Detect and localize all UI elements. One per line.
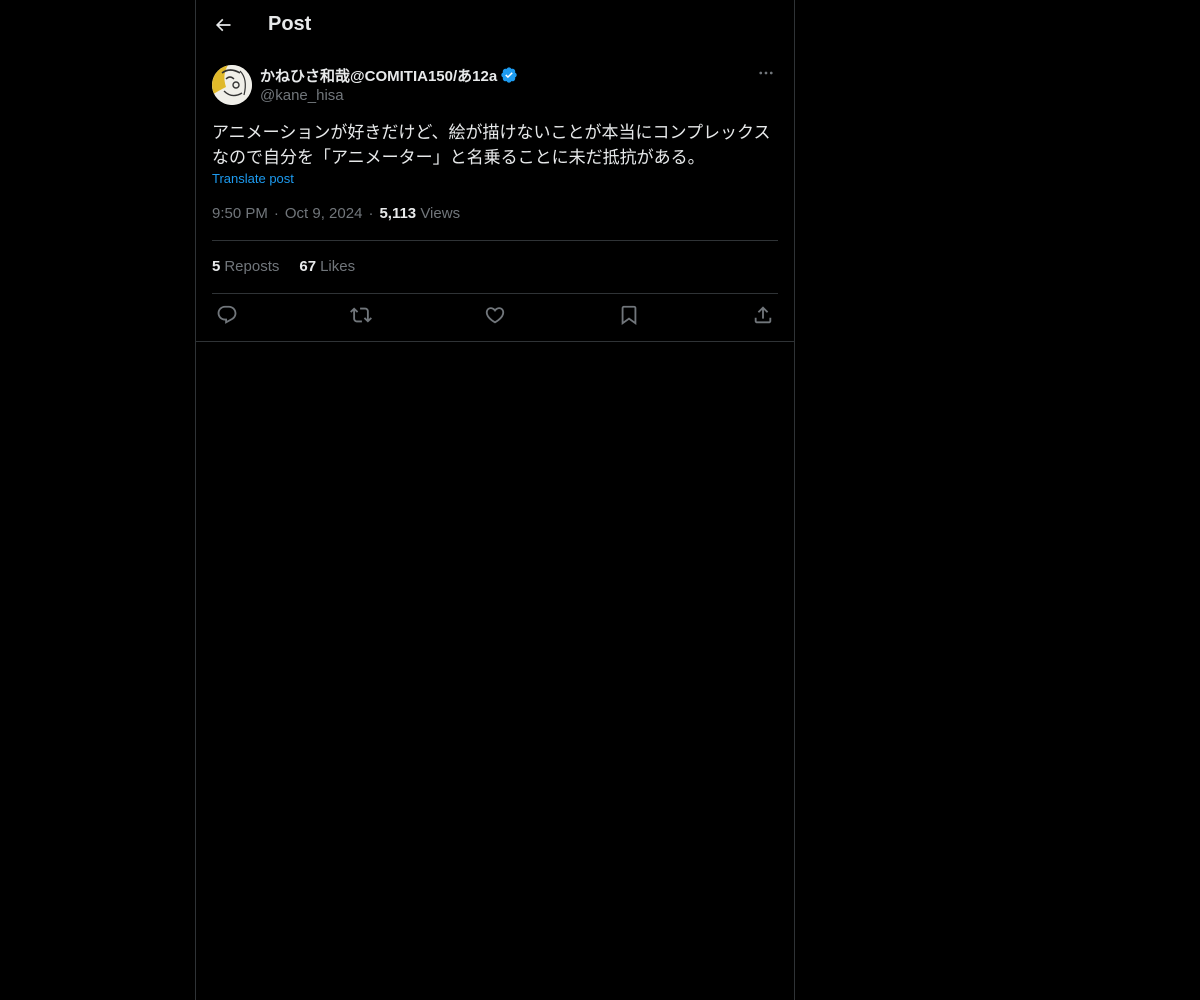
more-horizontal-icon: [757, 64, 775, 87]
bookmark-button[interactable]: [614, 304, 644, 330]
divider: [212, 240, 778, 241]
bookmark-icon: [618, 304, 640, 331]
post-stats: 5 Reposts 67 Likes: [212, 258, 355, 275]
display-name-row: かねひさ和哉@COMITIA150/あ12a: [260, 64, 518, 86]
top-bar: Post: [196, 0, 794, 53]
post-text-line: アニメーションが好きだけど、絵が描けないことが本当にコンプレックス: [212, 123, 771, 142]
share-icon: [752, 304, 774, 331]
reply-button[interactable]: [212, 304, 242, 330]
author-info: かねひさ和哉@COMITIA150/あ12a @kane_hisa: [260, 64, 518, 106]
separator-dot: ·: [368, 205, 374, 222]
reposts-count: 5: [212, 258, 221, 275]
views-label: Views: [420, 205, 461, 222]
more-button[interactable]: [754, 64, 778, 86]
share-button[interactable]: [748, 304, 778, 330]
arrow-left-icon: [213, 15, 233, 40]
post-meta: 9:50 PM · Oct 9, 2024 · 5,113 Views: [212, 205, 460, 222]
likes-stat[interactable]: 67 Likes: [299, 258, 355, 275]
back-button[interactable]: [208, 10, 238, 44]
reposts-stat[interactable]: 5 Reposts: [212, 258, 279, 275]
separator-dot: ·: [273, 205, 279, 222]
repost-button[interactable]: [346, 304, 376, 330]
reposts-label: Reposts: [224, 258, 280, 275]
verified-badge-icon[interactable]: [500, 66, 518, 84]
avatar[interactable]: [212, 65, 252, 105]
likes-count: 67: [299, 258, 317, 275]
like-button[interactable]: [480, 304, 510, 330]
repost-icon: [350, 304, 372, 331]
post-actions: [212, 304, 778, 330]
post-date[interactable]: Oct 9, 2024: [285, 205, 363, 222]
handle[interactable]: @kane_hisa: [260, 86, 518, 106]
translate-post-link[interactable]: Translate post: [212, 171, 294, 186]
page-title: Post: [268, 13, 312, 35]
post-text: アニメーションが好きだけど、絵が描けないことが本当にコンプレックス なので自分を…: [212, 120, 778, 170]
divider: [212, 293, 778, 294]
post-time[interactable]: 9:50 PM: [212, 205, 268, 222]
main-column: Post かねひさ和哉@COMITIA150/あ12a @kane_hisa ア…: [195, 0, 795, 1000]
divider: [196, 341, 794, 342]
likes-label: Likes: [320, 258, 356, 275]
like-icon: [484, 304, 506, 331]
views-count: 5,113: [379, 205, 417, 222]
post-text-line: なので自分を「アニメーター」と名乗ることに未だ抵抗がある。: [212, 148, 705, 167]
reply-icon: [216, 304, 238, 331]
display-name[interactable]: かねひさ和哉@COMITIA150/あ12a: [260, 65, 497, 86]
